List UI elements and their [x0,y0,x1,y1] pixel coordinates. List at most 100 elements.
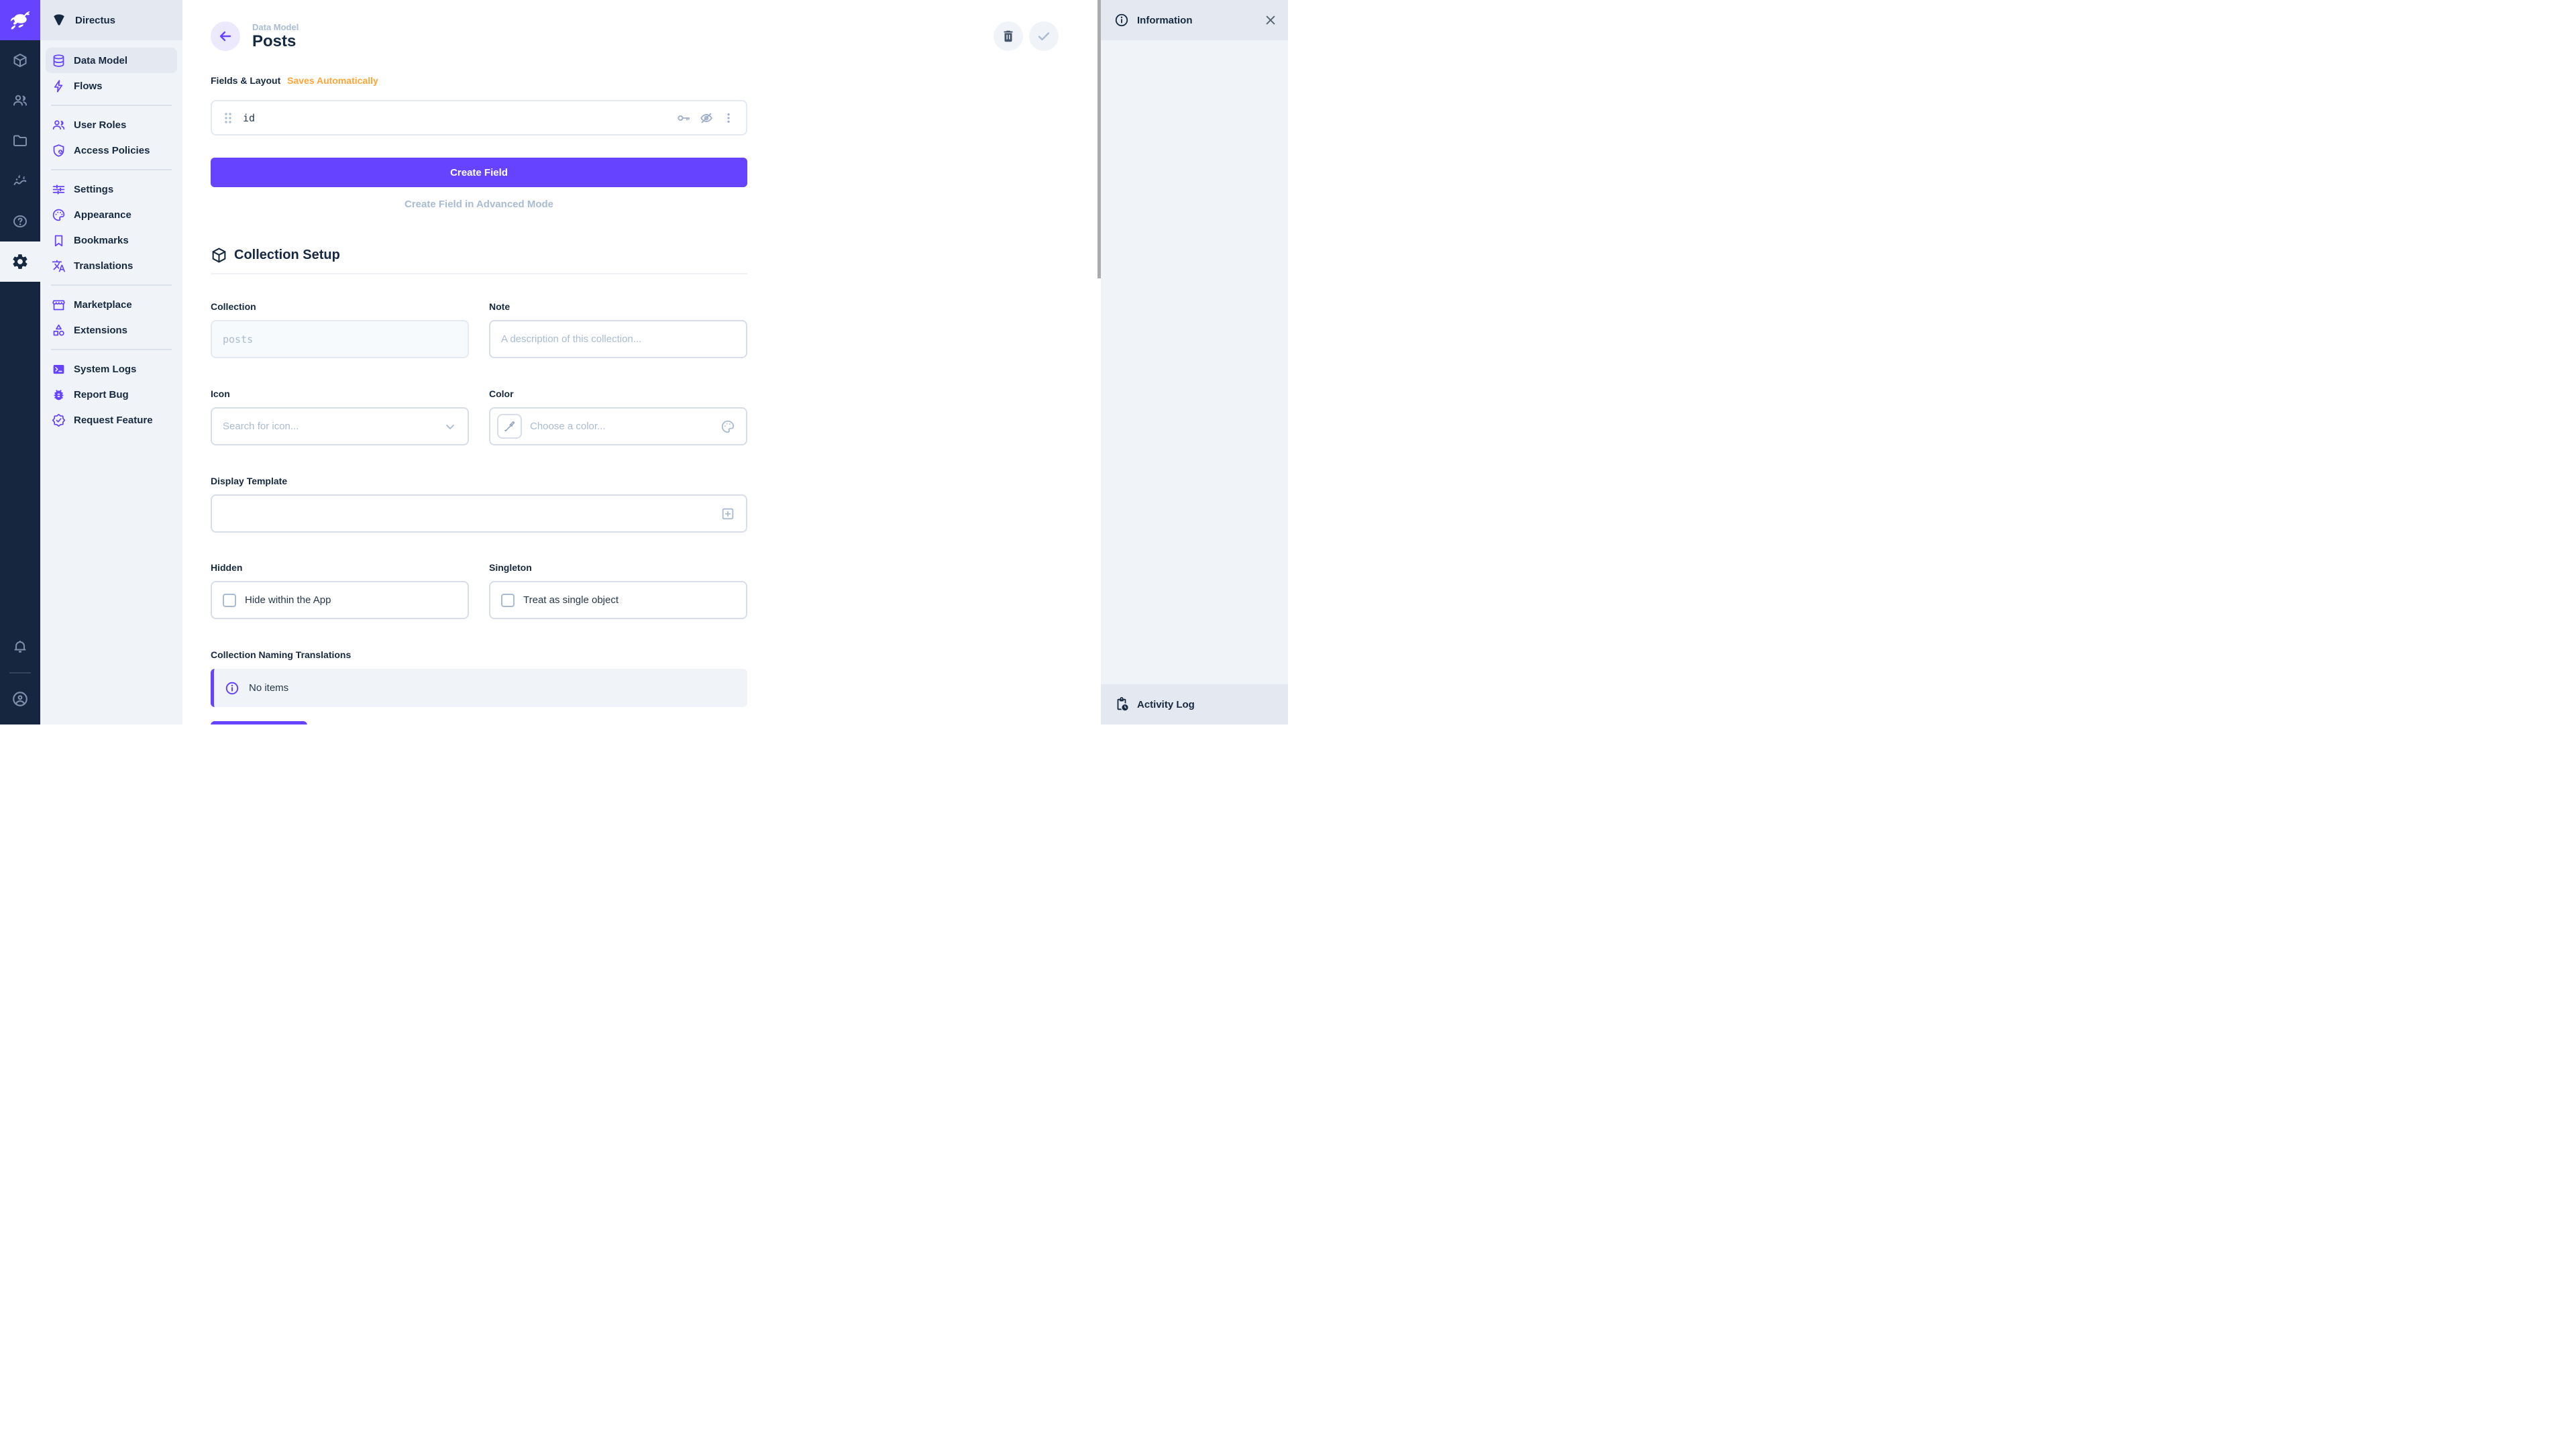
information-header[interactable]: Information [1101,0,1288,40]
bug-icon [51,388,66,402]
module-insights-icon[interactable] [0,161,40,201]
activity-log-toggle[interactable]: Activity Log [1101,684,1288,724]
sidebar-item-access-policies[interactable]: Access Policies [46,138,177,163]
hidden-checkbox[interactable] [223,594,236,607]
create-field-button[interactable]: Create Field [211,158,747,187]
trash-icon [1001,29,1016,44]
singleton-checkbox-label: Treat as single object [523,594,619,606]
activity-log-label: Activity Log [1137,699,1195,710]
sidebar-item-extensions[interactable]: Extensions [46,317,177,343]
save-button[interactable] [1029,21,1059,51]
info-circle-icon [1114,13,1129,28]
form-row-translations: Collection Naming Translations No items … [211,649,747,724]
icon-select[interactable] [211,407,469,445]
nav-divider [51,105,172,106]
eye-off-icon[interactable] [699,111,714,125]
sidebar-item-flows[interactable]: Flows [46,73,177,99]
sidebar-item-label: Data Model [74,55,127,66]
sidebar-item-label: Marketplace [74,299,132,311]
tune-icon [51,182,66,197]
information-title: Information [1137,15,1256,26]
main-content: Data Model Posts Fields [182,0,1101,724]
note-input[interactable] [501,333,735,345]
field-row-id[interactable]: id [211,100,747,136]
color-field-label: Color [489,388,747,399]
module-file-library-icon[interactable] [0,121,40,161]
sidebar-item-request-feature[interactable]: Request Feature [46,407,177,433]
create-new-button[interactable]: Create New [211,721,307,724]
directus-logo[interactable] [0,0,40,40]
back-button[interactable] [211,21,240,51]
sidebar-item-data-model[interactable]: Data Model [46,48,177,73]
sidebar-item-system-logs[interactable]: System Logs [46,356,177,382]
breadcrumb[interactable]: Data Model [252,22,299,32]
chevron-down-icon[interactable] [443,420,457,433]
primary-key-icon [676,111,691,125]
note-field-label: Note [489,301,747,312]
information-body [1101,40,1288,684]
fields-layout-heading: Fields & Layout [211,75,280,86]
close-icon[interactable] [1264,13,1277,27]
hidden-checkbox-label: Hide within the App [245,594,331,606]
sidebar-item-report-bug[interactable]: Report Bug [46,382,177,407]
nav-divider [51,169,172,170]
project-header[interactable]: Directus [40,0,182,40]
section-divider [211,273,747,274]
sidebar-item-label: Bookmarks [74,235,129,246]
account-icon[interactable] [0,679,40,719]
check-icon [1036,28,1052,44]
module-content-icon[interactable] [0,40,40,80]
color-input-wrapper [489,407,747,445]
singleton-field-label: Singleton [489,562,747,573]
advanced-mode-link[interactable]: Create Field in Advanced Mode [211,199,747,210]
display-template-text[interactable] [223,508,712,519]
drag-handle-icon[interactable] [223,111,233,125]
module-documentation-icon[interactable] [0,201,40,241]
kebab-menu-icon[interactable] [722,111,735,125]
nav-divider [51,349,172,350]
palette-icon[interactable] [720,419,735,434]
autosave-note: Saves Automatically [287,75,378,86]
singleton-checkbox-row[interactable]: Treat as single object [501,594,619,607]
form-row-display-template: Display Template [211,476,747,533]
sidebar-item-bookmarks[interactable]: Bookmarks [46,227,177,253]
collection-setup-title: Collection Setup [234,248,340,263]
sidebar-item-label: Appearance [74,209,131,221]
field-name[interactable]: id [243,112,667,124]
sidebar-item-label: Access Policies [74,145,150,156]
collection-field-label: Collection [211,301,469,312]
delete-collection-button[interactable] [994,21,1023,51]
collection-input[interactable] [223,333,457,345]
eyedropper-button[interactable] [497,414,522,439]
rabbit-logo-icon [7,7,33,33]
project-fan-icon [51,12,67,28]
display-template-input[interactable] [211,494,747,533]
module-user-directory-icon[interactable] [0,80,40,121]
field-row-icons [676,111,735,125]
module-settings-icon[interactable] [0,241,40,282]
sidebar-item-settings[interactable]: Settings [46,176,177,202]
hidden-checkbox-wrapper: Hide within the App [211,581,469,619]
no-items-text: No items [249,682,288,694]
nav-list: Data Model Flows User Roles [40,40,182,433]
sidebar-item-translations[interactable]: Translations [46,253,177,278]
sidebar-item-label: User Roles [74,119,126,131]
color-input[interactable] [530,421,712,432]
note-input-wrapper [489,320,747,358]
sidebar-item-label: System Logs [74,364,136,375]
sidebar-item-label: Report Bug [74,389,129,400]
vertical-scrollbar-thumb[interactable] [1097,0,1101,278]
title-block: Data Model Posts [252,22,299,51]
notifications-bell-icon[interactable] [0,627,40,667]
sidebar-item-appearance[interactable]: Appearance [46,202,177,227]
hidden-checkbox-row[interactable]: Hide within the App [223,594,331,607]
singleton-checkbox[interactable] [501,594,515,607]
sidebar-item-user-roles[interactable]: User Roles [46,112,177,138]
form-row-collection-note: Collection Note [211,301,747,358]
collection-input-wrapper [211,320,469,358]
terminal-icon [51,362,66,376]
add-field-to-template-icon[interactable] [720,506,735,521]
sidebar-item-marketplace[interactable]: Marketplace [46,292,177,317]
icon-search-input[interactable] [223,421,435,432]
form-row-hidden-singleton: Hidden Hide within the App Singleton Tre… [211,562,747,619]
